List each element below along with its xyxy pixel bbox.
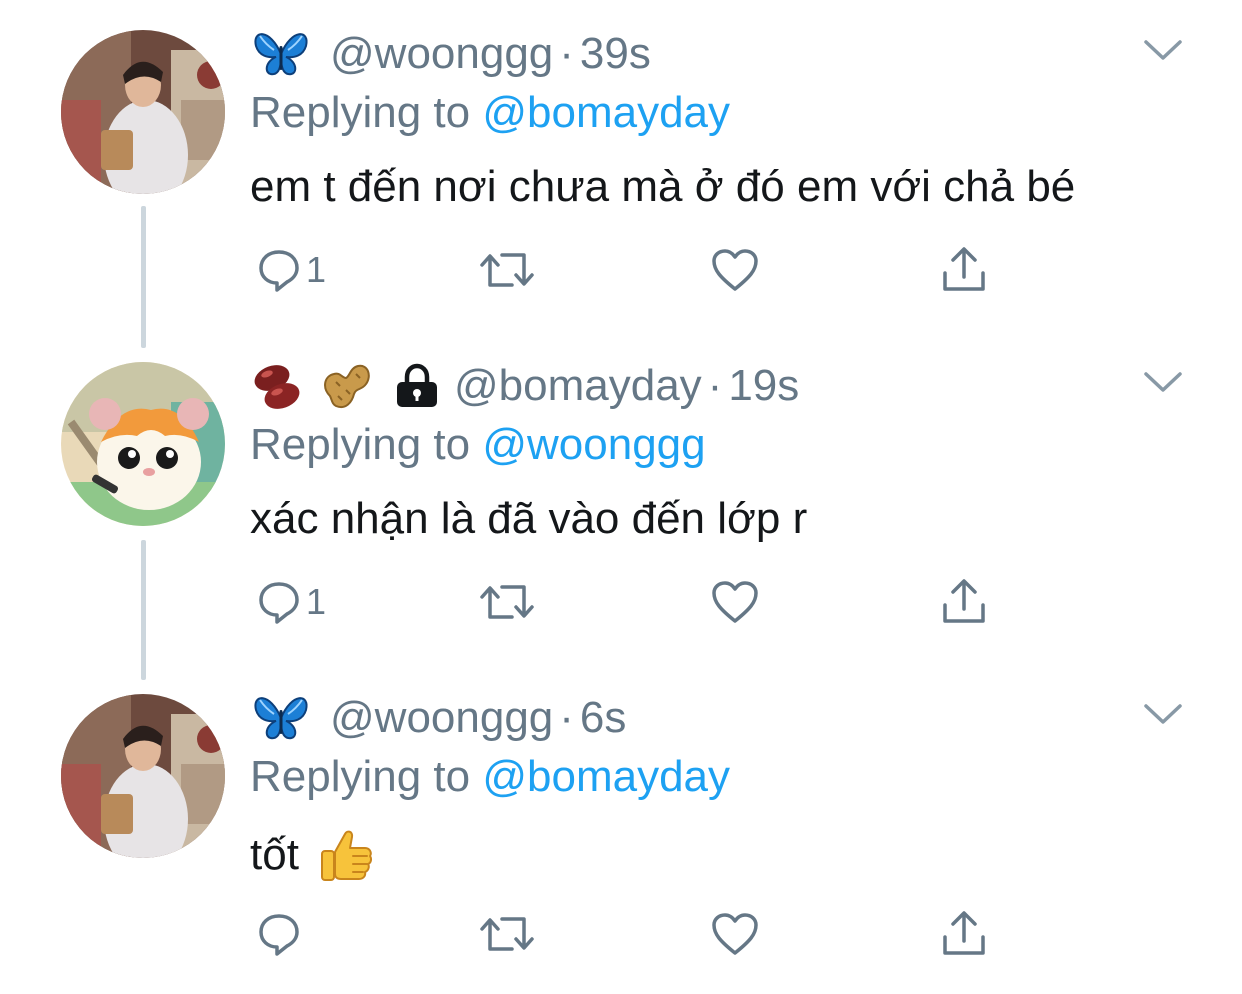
- peanut-icon: [316, 356, 376, 416]
- timestamp[interactable]: 6s: [580, 693, 626, 743]
- replying-to: Replying to @woonggg: [250, 420, 706, 470]
- mention-link[interactable]: @bomayday: [482, 752, 730, 801]
- lock-icon: [394, 363, 440, 409]
- reply-icon: [259, 250, 299, 292]
- share-icon: [943, 579, 985, 623]
- share-button[interactable]: [940, 902, 988, 966]
- avatar[interactable]: [61, 694, 225, 858]
- action-bar: [250, 902, 1010, 966]
- tweet[interactable]: @woonggg · 39s Replying to @bomayday em …: [0, 0, 1242, 330]
- heart-icon: [712, 581, 758, 623]
- user-photo-avatar: [61, 30, 225, 194]
- retweet-icon: [480, 253, 534, 287]
- separator-dot: ·: [707, 361, 723, 410]
- reply-button[interactable]: [256, 902, 306, 966]
- chevron-down-icon[interactable]: [1142, 36, 1184, 66]
- action-bar: 1: [250, 238, 1010, 302]
- retweet-icon: [480, 917, 534, 951]
- hamster-cartoon-avatar: [61, 362, 225, 526]
- like-button[interactable]: [710, 902, 760, 966]
- retweet-icon: [480, 585, 534, 619]
- separator-dot: ·: [559, 29, 574, 78]
- tweet-text: xác nhận là đã vào đến lớp r: [250, 494, 808, 543]
- share-icon: [943, 247, 985, 291]
- replying-to: Replying to @bomayday: [250, 88, 730, 138]
- timestamp[interactable]: 19s: [728, 361, 799, 411]
- heart-icon: [712, 913, 758, 955]
- user-handle[interactable]: @woonggg: [330, 693, 553, 743]
- tweet-text: tốt: [250, 826, 375, 884]
- retweet-button[interactable]: [478, 902, 536, 966]
- reply-icon: [259, 914, 299, 956]
- replying-to-label: Replying to: [250, 420, 483, 469]
- tweet-text: em t đến nơi chưa mà ở đó em với chả bé: [250, 162, 1076, 211]
- butterfly-icon: [250, 28, 312, 80]
- like-button[interactable]: [710, 238, 760, 302]
- reply-button[interactable]: 1: [256, 570, 326, 634]
- user-photo-avatar: [61, 694, 225, 858]
- share-button[interactable]: [940, 238, 988, 302]
- share-icon: [943, 911, 985, 955]
- heart-icon: [712, 249, 758, 291]
- chevron-down-icon[interactable]: [1142, 368, 1184, 398]
- tweet[interactable]: @bomayday · 19s Replying to @woonggg xác…: [0, 332, 1242, 662]
- reply-button[interactable]: 1: [256, 238, 326, 302]
- retweet-button[interactable]: [478, 238, 536, 302]
- thumbs-up-icon: [317, 826, 375, 884]
- separator-dot: ·: [559, 693, 574, 742]
- retweet-button[interactable]: [478, 570, 536, 634]
- like-button[interactable]: [710, 570, 760, 634]
- timestamp[interactable]: 39s: [580, 29, 651, 79]
- mention-link[interactable]: @bomayday: [482, 88, 730, 137]
- tweet[interactable]: @woonggg · 6s Replying to @bomayday tốt: [0, 664, 1242, 994]
- replying-to-label: Replying to: [250, 752, 483, 801]
- reply-count: 1: [306, 249, 327, 290]
- avatar[interactable]: [61, 30, 225, 194]
- butterfly-icon: [250, 692, 312, 744]
- reply-icon: [259, 582, 299, 624]
- tweet-text-content: tốt: [250, 830, 299, 879]
- mention-link[interactable]: @woonggg: [482, 420, 705, 469]
- bean-icon: [250, 358, 306, 414]
- share-button[interactable]: [940, 570, 988, 634]
- avatar[interactable]: [61, 362, 225, 526]
- user-handle[interactable]: @bomayday: [454, 361, 702, 411]
- action-bar: 1: [250, 570, 1010, 634]
- reply-count: 1: [306, 581, 327, 622]
- user-handle[interactable]: @woonggg: [330, 29, 553, 79]
- replying-to: Replying to @bomayday: [250, 752, 730, 802]
- chevron-down-icon[interactable]: [1142, 700, 1184, 730]
- replying-to-label: Replying to: [250, 88, 483, 137]
